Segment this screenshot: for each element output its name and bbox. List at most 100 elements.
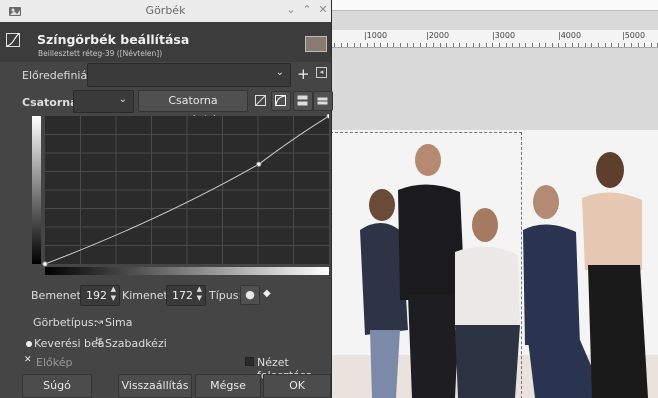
output-spinner[interactable]: 172 ▲ ▼ — [166, 285, 206, 306]
ruler-tick — [584, 43, 586, 47]
minimize-icon[interactable]: ⌄ — [284, 3, 298, 17]
ruler-tick — [637, 43, 639, 47]
curve-control-point[interactable] — [256, 161, 262, 167]
blend-label: Keverési beá — [34, 337, 105, 350]
image-canvas-area: |1000 |2000 |3000 |4000 |5000 — [330, 0, 658, 398]
spin-arrows-icon[interactable]: ▲ ▼ — [197, 285, 202, 303]
help-button[interactable]: Súgó — [22, 374, 92, 398]
channel-combo[interactable]: ⌄ — [73, 90, 134, 113]
horizontal-split-icon[interactable] — [313, 91, 333, 111]
ruler-tick — [644, 43, 646, 47]
ruler-label: |1000 — [364, 31, 388, 40]
ruler-tick — [400, 43, 401, 47]
ruler-tick — [598, 43, 599, 47]
smooth-point-icon[interactable]: ● — [240, 285, 260, 305]
type-label: Típus: — [209, 289, 243, 302]
horizontal-ruler[interactable]: |1000 |2000 |3000 |4000 |5000 — [330, 30, 658, 48]
log-histogram-icon[interactable] — [271, 91, 291, 111]
ruler-tick — [624, 43, 626, 47]
maximize-icon[interactable]: ⌃ — [300, 3, 314, 17]
ruler-tick — [505, 43, 507, 47]
ruler-tick — [386, 43, 388, 47]
input-value: 192 — [86, 289, 107, 302]
ruler-label: |3000 — [492, 31, 516, 40]
ruler-tick — [393, 43, 395, 47]
ruler-tick — [472, 43, 474, 47]
curve-control-point[interactable] — [326, 113, 332, 119]
ruler-tick — [353, 43, 355, 47]
curve-type-label: Görbetípus: — [33, 316, 98, 329]
ruler-tick — [558, 43, 560, 47]
ruler-tick — [347, 43, 349, 47]
preview-label: Előkép — [36, 356, 73, 369]
ruler-tick — [426, 43, 428, 47]
ok-button[interactable]: OK — [263, 374, 331, 398]
curve-control-point[interactable] — [42, 261, 48, 267]
blend-radio[interactable] — [26, 341, 32, 347]
ruler-tick — [373, 43, 375, 47]
vertical-split-icon[interactable] — [293, 91, 313, 111]
ruler-tick — [433, 43, 434, 47]
ruler-tick — [380, 43, 382, 47]
layer-boundary — [330, 132, 522, 398]
ruler-tick — [545, 43, 547, 47]
ruler-tick — [512, 43, 514, 47]
chevron-down-icon: ⌄ — [275, 67, 284, 78]
curve-type-freehand[interactable]: Szabadkézi — [105, 337, 167, 350]
ruler-tick — [499, 43, 500, 47]
ruler-tick — [479, 43, 481, 47]
ruler-tick — [525, 43, 527, 47]
input-label: Bemenet: — [31, 289, 85, 302]
ruler-tick — [360, 43, 362, 47]
ruler-tick — [604, 43, 606, 47]
preview-check-icon[interactable]: ✕ — [24, 355, 32, 365]
curve-type-smooth[interactable]: Sima — [105, 316, 133, 329]
ruler-tick — [650, 43, 652, 47]
chevron-down-icon: ⌄ — [118, 94, 127, 105]
ruler-tick — [413, 43, 415, 47]
linear-histogram-icon[interactable] — [251, 91, 271, 111]
window-title: Görbék — [145, 4, 186, 17]
ruler-tick — [631, 43, 632, 47]
curve-graph[interactable] — [31, 113, 332, 276]
ruler-tick — [518, 43, 520, 47]
spin-arrows-icon[interactable]: ▲ ▼ — [111, 285, 116, 303]
split-view-checkbox[interactable] — [245, 357, 254, 366]
canvas-top-strip — [330, 0, 658, 11]
ruler-tick — [466, 43, 467, 47]
corner-point-icon[interactable]: ◆ — [263, 288, 271, 299]
add-preset-icon[interactable]: + — [297, 65, 310, 83]
ruler-tick — [406, 43, 408, 47]
ruler-tick — [439, 43, 441, 47]
layer-name: Beillesztett réteg-39 ([Névtelen]) — [38, 49, 163, 58]
ruler-tick — [578, 43, 580, 47]
ruler-tick — [532, 43, 533, 47]
cancel-button[interactable]: Mégse — [195, 374, 261, 398]
ruler-tick — [551, 43, 553, 47]
window-titlebar[interactable]: Görbék ⌄ ⌃ ✕ — [0, 0, 331, 22]
preset-menu-icon[interactable]: ◂ — [316, 67, 327, 78]
close-icon[interactable]: ✕ — [316, 3, 330, 17]
layer-thumbnail — [305, 36, 327, 52]
reset-channel-button[interactable]: Csatorna visszaállítása — [138, 90, 248, 127]
dialog-title: Színgörbék beállítása — [37, 32, 190, 47]
curves-icon — [6, 33, 32, 58]
ruler-tick — [492, 43, 494, 47]
curves-dialog: Görbék ⌄ ⌃ ✕ Színgörbék beállítása Beill… — [0, 0, 333, 398]
dialog-header: Színgörbék beállítása Beillesztett réteg… — [0, 22, 331, 62]
ruler-tick — [611, 43, 613, 47]
ruler-tick — [334, 43, 335, 47]
ruler-label: |4000 — [558, 31, 582, 40]
preset-combo[interactable]: ⌄ — [87, 63, 291, 87]
ruler-tick — [485, 43, 487, 47]
ruler-tick — [617, 43, 619, 47]
smooth-curve-icon: ↝ — [94, 315, 104, 328]
ruler-tick — [538, 43, 540, 47]
input-spinner[interactable]: 192 ▲ ▼ — [80, 285, 120, 306]
ruler-tick — [565, 43, 566, 47]
output-label: Kimenet: — [122, 289, 172, 302]
ruler-tick — [419, 43, 421, 47]
reset-button[interactable]: Visszaállítás — [118, 374, 192, 398]
ruler-tick — [571, 43, 573, 47]
ruler-label: |2000 — [426, 31, 450, 40]
